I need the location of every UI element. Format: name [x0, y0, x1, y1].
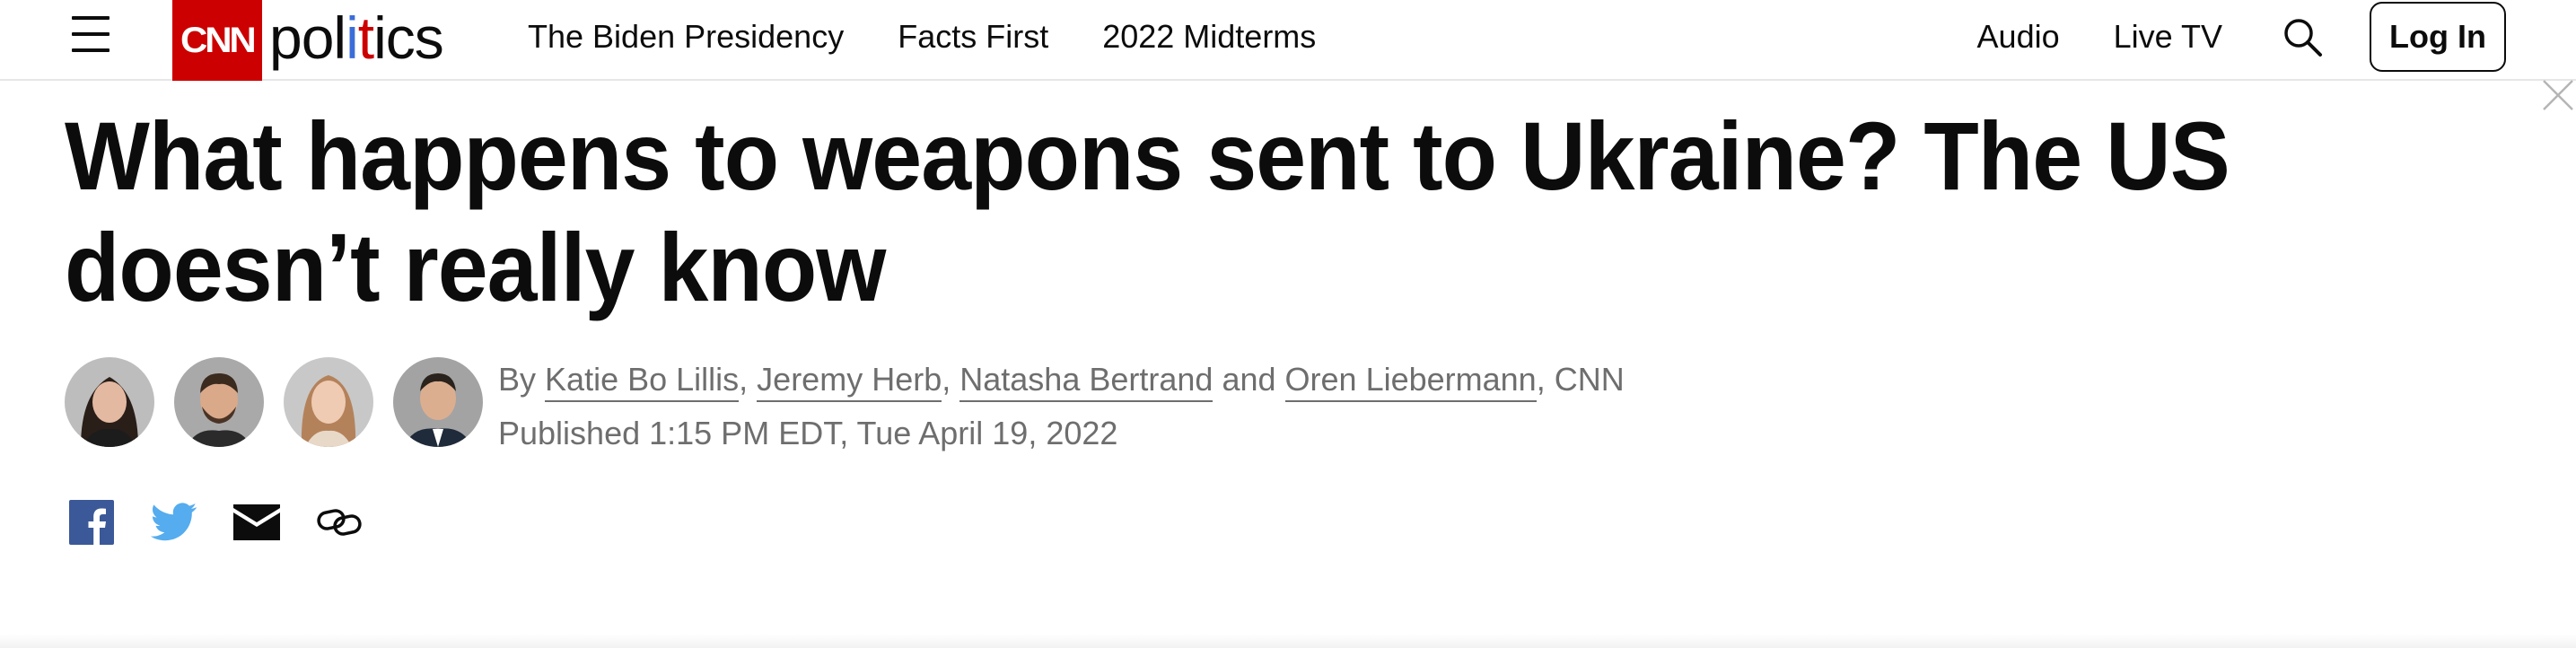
byline-conjunction: and [1222, 361, 1276, 398]
nav-item-midterms[interactable]: 2022 Midterms [1102, 18, 1316, 56]
header-actions: Audio Live TV Log In [1977, 0, 2506, 74]
author-link-natasha-bertrand[interactable]: Natasha Bertrand [959, 361, 1214, 402]
byline-prefix: By [498, 361, 537, 398]
link-icon[interactable] [316, 499, 363, 546]
article-headline: What happens to weapons sent to Ukraine?… [65, 101, 2230, 321]
avatar-natasha-bertrand[interactable] [284, 357, 373, 447]
nav-item-facts-first[interactable]: Facts First [898, 18, 1048, 56]
close-icon[interactable] [2542, 79, 2574, 111]
author-link-jeremy-herb[interactable]: Jeremy Herb [757, 361, 942, 402]
share-bar [68, 499, 363, 546]
login-button[interactable]: Log In [2370, 2, 2506, 72]
search-icon[interactable] [2280, 14, 2325, 59]
nav-item-biden-presidency[interactable]: The Biden Presidency [528, 18, 844, 56]
avatar-katie-bo-lillis[interactable] [65, 357, 154, 447]
page-divider [0, 634, 2576, 648]
author-link-katie-bo-lillis[interactable]: Katie Bo Lillis [545, 361, 740, 402]
avatar-oren-liebermann[interactable] [393, 357, 483, 447]
cnn-logo-box: CNN [172, 0, 262, 81]
primary-nav: The Biden Presidency Facts First 2022 Mi… [528, 0, 1370, 74]
published-timestamp: Published 1:15 PM EDT, Tue April 19, 202… [498, 415, 1118, 451]
byline-outlet: , CNN [1536, 361, 1625, 398]
author-avatars [65, 357, 483, 447]
nav-item-audio[interactable]: Audio [1977, 18, 2060, 56]
section-logo-text: politics [269, 4, 444, 71]
cnn-logo-text: CNN [180, 20, 257, 60]
byline-separator: , [739, 361, 749, 398]
byline-separator: , [942, 361, 951, 398]
menu-icon[interactable] [70, 14, 113, 54]
email-icon[interactable] [233, 499, 280, 546]
author-link-oren-liebermann[interactable]: Oren Liebermann [1284, 361, 1537, 402]
avatar-jeremy-herb[interactable] [174, 357, 264, 447]
nav-item-live-tv[interactable]: Live TV [2114, 18, 2222, 56]
article-byline: By Katie Bo Lillis, Jeremy Herb, Natasha… [498, 357, 1625, 402]
facebook-icon[interactable] [68, 499, 115, 546]
cnn-politics-logo[interactable]: CNN politics [172, 0, 444, 81]
site-header: CNN politics The Biden Presidency Facts … [0, 0, 2576, 81]
twitter-icon[interactable] [151, 499, 197, 546]
